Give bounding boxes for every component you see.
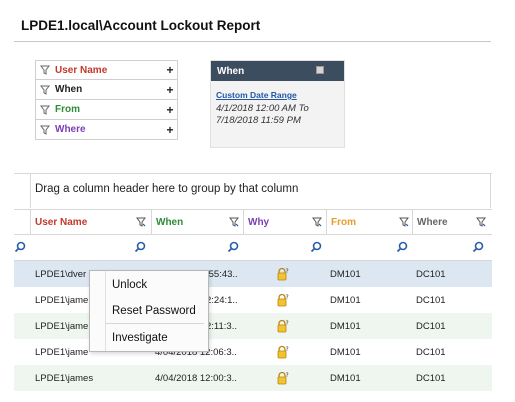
column-label: Where — [417, 216, 448, 228]
cell-from: DM101 — [330, 321, 361, 332]
search-icon[interactable] — [227, 241, 239, 253]
cell-from: DM101 — [330, 373, 361, 384]
column-label: From — [331, 216, 356, 228]
filter-label: Where — [55, 124, 86, 135]
column-header-user-name[interactable]: User Name — [35, 210, 150, 234]
column-separator — [30, 210, 31, 234]
table-row[interactable]: LPDE1\jame 2:24:1.. ? DM101 DC101 — [14, 287, 492, 313]
group-by-hint[interactable]: Drag a column header here to group by th… — [35, 183, 298, 195]
lock-icon: ? — [277, 293, 289, 307]
filter-when[interactable]: When + — [35, 80, 178, 100]
cell-user-name: LPDE1\jame — [35, 295, 89, 306]
add-filter-button[interactable]: + — [163, 123, 177, 137]
add-filter-button[interactable]: + — [163, 83, 177, 97]
svg-text:?: ? — [286, 320, 289, 327]
cell-where: DC101 — [416, 347, 446, 358]
when-panel-title: When — [217, 66, 245, 77]
svg-text:?: ? — [286, 346, 289, 353]
funnel-icon[interactable] — [399, 217, 409, 227]
column-header-why[interactable]: Why — [248, 210, 326, 234]
funnel-icon[interactable] — [476, 217, 486, 227]
column-label: When — [156, 216, 184, 228]
search-icon[interactable] — [310, 241, 322, 253]
column-header-from[interactable]: From — [331, 210, 413, 234]
cell-where: DC101 — [416, 295, 446, 306]
filter-user-name[interactable]: User Name + — [35, 60, 178, 80]
svg-text:?: ? — [286, 372, 289, 379]
grid-top-border — [14, 173, 492, 174]
grid-divider — [490, 173, 491, 208]
title-divider — [14, 41, 491, 42]
lock-icon: ? — [277, 345, 289, 359]
funnel-icon — [40, 125, 50, 135]
filter-where[interactable]: Where + — [35, 120, 178, 140]
custom-date-range-link[interactable]: Custom Date Range — [216, 90, 344, 100]
table-row[interactable]: LPDE1\jame 2:11:3.. ? DM101 DC101 — [14, 313, 492, 339]
page-title: LPDE1.local\Account Lockout Report — [21, 18, 261, 33]
cell-from: DM101 — [330, 269, 361, 280]
cell-where: DC101 — [416, 269, 446, 280]
cell-user-name: LPDE1\jame — [35, 321, 89, 332]
when-panel-header: When — [211, 61, 344, 81]
grid-divider — [30, 173, 31, 208]
svg-text:?: ? — [286, 294, 289, 301]
row-context-menu: Unlock Reset Password Investigate — [89, 270, 209, 352]
search-icon[interactable] — [134, 241, 146, 253]
cell-from: DM101 — [330, 347, 361, 358]
funnel-icon[interactable] — [136, 217, 146, 227]
funnel-icon[interactable] — [229, 217, 239, 227]
svg-text:?: ? — [286, 268, 289, 275]
menu-item-investigate[interactable]: Investigate — [90, 324, 208, 350]
date-range-end: 7/18/2018 11:59 PM — [216, 115, 301, 126]
filter-label: When — [55, 84, 83, 95]
funnel-icon — [40, 105, 50, 115]
funnel-icon — [40, 65, 50, 75]
filter-from[interactable]: From + — [35, 100, 178, 120]
menu-item-unlock[interactable]: Unlock — [90, 271, 208, 297]
funnel-icon — [40, 85, 50, 95]
cell-where: DC101 — [416, 321, 446, 332]
lock-icon: ? — [277, 319, 289, 333]
column-separator — [243, 210, 244, 234]
close-icon[interactable] — [316, 66, 324, 74]
cell-user-name: LPDE1\jame — [35, 347, 89, 358]
table-row[interactable]: LPDE1\dver :55:43.. ? DM101 DC101 — [14, 261, 492, 287]
lock-icon: ? — [277, 267, 289, 281]
cell-when: :55:43.. — [206, 269, 238, 280]
column-header-where[interactable]: Where — [417, 210, 490, 234]
date-range-text: 4/1/2018 12:00 AM To 7/18/2018 11:59 PM — [216, 103, 344, 127]
add-filter-button[interactable]: + — [163, 63, 177, 77]
column-label: User Name — [35, 216, 88, 228]
filter-label: User Name — [55, 64, 108, 76]
column-header-when[interactable]: When — [156, 210, 243, 234]
table-row[interactable]: LPDE1\jame 4/04/2018 12:06:3.. ? DM101 D… — [14, 339, 492, 365]
when-filter-panel: When Custom Date Range 4/1/2018 12:00 AM… — [210, 60, 345, 148]
column-separator — [412, 210, 413, 234]
cell-when: 2:11:3.. — [206, 321, 237, 332]
column-separator — [326, 210, 327, 234]
cell-when: 2:24:1.. — [206, 295, 238, 306]
menu-gutter — [105, 271, 106, 351]
funnel-icon[interactable] — [312, 217, 322, 227]
cell-user-name: LPDE1\james — [35, 373, 94, 384]
column-label: Why — [248, 216, 270, 228]
cell-user-name: LPDE1\dver — [35, 269, 87, 280]
cell-from: DM101 — [330, 295, 361, 306]
grid-divider — [14, 234, 492, 235]
table-row[interactable]: LPDE1\james 4/04/2018 12:00:3.. ? DM101 … — [14, 365, 492, 391]
cell-where: DC101 — [416, 373, 446, 384]
menu-item-reset-password[interactable]: Reset Password — [90, 297, 208, 323]
search-icon[interactable] — [472, 241, 484, 253]
lock-icon: ? — [277, 371, 289, 385]
search-icon[interactable] — [396, 241, 408, 253]
filter-list: User Name + When + From + Where + — [35, 60, 178, 140]
cell-when: 4/04/2018 12:00:3.. — [155, 373, 237, 384]
search-icon[interactable] — [14, 241, 26, 253]
filter-label: From — [55, 104, 80, 115]
add-filter-button[interactable]: + — [163, 103, 177, 117]
date-range-start: 4/1/2018 12:00 AM To — [216, 103, 309, 114]
column-separator — [151, 210, 152, 234]
